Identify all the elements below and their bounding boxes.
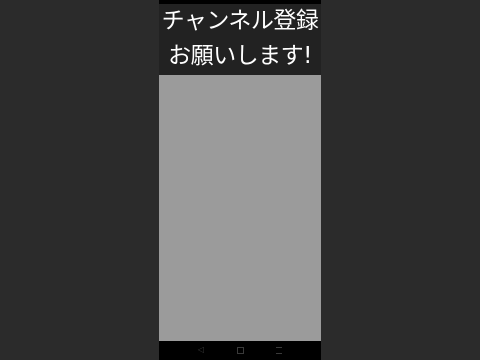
phone-screen: チャンネル登録 お願いします! ◁ — [159, 0, 321, 360]
caption-line-1: チャンネル登録 — [161, 8, 319, 34]
caption-banner: チャンネル登録 お願いします! — [159, 4, 321, 75]
android-nav-bar: ◁ — [159, 341, 321, 360]
back-triangle-icon[interactable]: ◁ — [196, 345, 206, 355]
content-area — [159, 75, 321, 341]
home-square-icon[interactable] — [235, 345, 245, 355]
caption-line-2: お願いします! — [168, 43, 312, 69]
recents-lines-icon[interactable] — [274, 345, 284, 355]
video-player-frame: チャンネル登録 お願いします! ◁ — [0, 0, 480, 360]
